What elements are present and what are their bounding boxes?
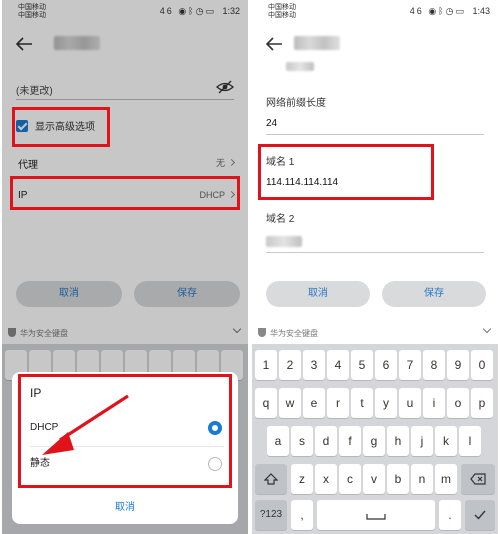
highlight-box [10,176,240,210]
key-t[interactable]: t [351,388,373,418]
network-name-redacted [294,36,340,50]
carrier-info: 中国移动 中国移动 [268,4,296,20]
shift-icon [263,473,279,485]
key-q[interactable]: q [255,388,277,418]
status-bar: 中国移动 中国移动 46 ◉ᛒ◷▭ 1:43 [252,0,498,26]
keyboard-bar: 华为安全键盘 [252,322,498,344]
key-0[interactable]: 0 [471,350,493,380]
backspace-icon [470,473,486,485]
key-5[interactable]: 5 [351,350,373,380]
key-9[interactable]: 9 [447,350,469,380]
input-underline [266,134,484,135]
cancel-button[interactable]: 取消 [266,281,370,307]
keyboard-row-space: ?123 , . [255,500,495,530]
key-h[interactable]: h [387,426,409,456]
space-key[interactable] [317,500,435,530]
dns2-label: 域名 2 [266,214,295,225]
key-n[interactable]: n [411,464,433,494]
key-k[interactable]: k [435,426,457,456]
highlight-box [18,374,232,488]
right-screen: 中国移动 中国移动 46 ◉ᛒ◷▭ 1:43 网络前缀长度 24 域名 1 11… [252,0,498,534]
keyboard-row-middle: a s d f g h j k l [255,426,495,456]
key-l[interactable]: l [459,426,481,456]
keyboard-row-numbers: 1 2 3 4 5 6 7 8 9 0 [255,350,495,380]
prefix-length-input[interactable]: 24 [266,118,277,129]
action-buttons: 取消 保存 [266,281,486,307]
save-button[interactable]: 保存 [382,281,486,307]
check-icon [474,510,486,520]
key-1[interactable]: 1 [255,350,277,380]
key-j[interactable]: j [411,426,433,456]
space-icon [366,514,386,520]
clock: 1:43 [472,6,490,16]
key-z[interactable]: z [291,464,313,494]
key-4[interactable]: 4 [327,350,349,380]
key-f[interactable]: f [339,426,361,456]
key-w[interactable]: w [279,388,301,418]
dns2-input[interactable] [266,236,302,247]
input-underline [266,252,484,253]
prefix-length-label: 网络前缀长度 [266,98,326,109]
key-s[interactable]: s [291,426,313,456]
eye-comfort-icon: ◉ [428,6,439,16]
bluetooth-icon: ᛒ [438,6,446,16]
key-6[interactable]: 6 [375,350,397,380]
enter-key[interactable] [465,500,495,530]
key-r[interactable]: r [327,388,349,418]
alarm-icon: ◷ [445,6,456,16]
redacted-value [286,62,314,71]
keyboard-row-bottom: z x c v b n m [255,464,495,494]
key-b[interactable]: b [387,464,409,494]
key-u[interactable]: u [399,388,421,418]
key-c[interactable]: c [339,464,361,494]
key-e[interactable]: e [303,388,325,418]
key-2[interactable]: 2 [279,350,301,380]
shield-icon [258,328,266,337]
back-arrow-icon[interactable] [264,36,284,52]
key-v[interactable]: v [363,464,385,494]
key-a[interactable]: a [267,426,289,456]
delete-key[interactable] [461,464,495,494]
highlight-box [12,107,110,147]
key-comma[interactable]: , [291,500,313,530]
shift-key[interactable] [255,464,287,494]
keyboard-row-top: q w e r t y u i o p [255,388,495,418]
key-o[interactable]: o [447,388,469,418]
carrier-2: 中国移动 [268,12,296,19]
carrier-1: 中国移动 [268,4,296,11]
key-g[interactable]: g [363,426,385,456]
highlight-box [258,144,434,200]
chevron-down-icon[interactable] [482,324,492,334]
network-type: 46 [409,6,424,16]
symbols-key[interactable]: ?123 [255,500,287,530]
key-7[interactable]: 7 [399,350,421,380]
key-p[interactable]: p [471,388,493,418]
key-m[interactable]: m [435,464,457,494]
key-y[interactable]: y [375,388,397,418]
key-d[interactable]: d [315,426,337,456]
left-screen: 中国移动 中国移动 46 ◉ᛒ◷▭ 1:32 (未更改) 显示高级选项 代理 无… [2,0,248,534]
key-3[interactable]: 3 [303,350,325,380]
keyboard: 1 2 3 4 5 6 7 8 9 0 q w e r t y u i o p … [252,344,498,534]
key-period[interactable]: . [439,500,461,530]
system-icons: 46 ◉ᛒ◷▭ 1:43 [410,6,490,17]
key-x[interactable]: x [315,464,337,494]
dialog-cancel-button[interactable]: 取消 [12,498,238,513]
battery-icon: ▭ [455,6,466,16]
key-i[interactable]: i [423,388,445,418]
keyboard-bar-label: 华为安全键盘 [270,329,318,338]
key-8[interactable]: 8 [423,350,445,380]
